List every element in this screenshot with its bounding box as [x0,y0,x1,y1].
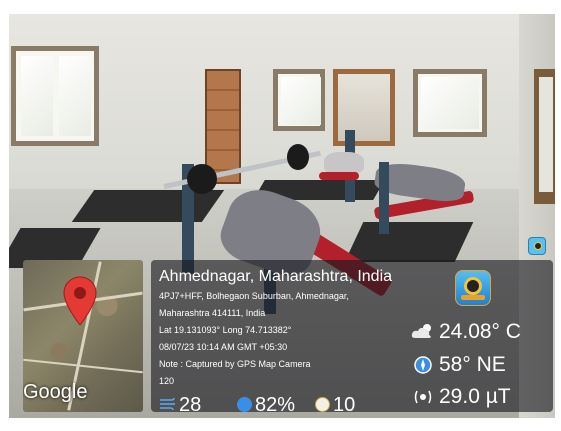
wind-icon [160,397,175,411]
compass-icon [414,356,432,374]
address-line-1: 4PJ7+HFF, Bolhegaon Suburban, Ahmednagar… [159,291,349,301]
google-logo-text: Google [23,381,88,403]
datetime-text: 08/07/23 10:14 AM GMT +05:30 [159,342,288,352]
pressure-value: 10 [333,394,356,416]
gps-map-camera-app-icon [455,270,491,306]
right-window [413,69,487,137]
left-window [11,46,99,146]
pressure-gauge-icon [315,397,330,412]
temperature-value: 24.08° C [439,320,521,343]
cloud-sun-icon [411,324,431,338]
gps-info-panel: Ahmednagar, Maharashtra, India 4PJ7+HFF,… [151,260,553,416]
coordinates-text: Lat 19.131093° Long 74.713382° [159,325,292,335]
gps-camera-badge-icon [528,237,546,255]
location-title: Ahmednagar, Maharashtra, India [159,268,393,285]
altitude-text: 120 [159,376,175,386]
humidity-icon [237,397,252,412]
weight-bench [319,172,359,180]
map-pin-icon [63,276,97,326]
note-text: Note : Captured by GPS Map Camera [159,359,311,369]
photo-frame: Google Ahmednagar, Maharashtra, India 4P… [0,0,561,431]
wind-speed-value: 28 [179,394,202,416]
floor-mat [344,222,474,262]
magnetic-field-icon [414,390,432,404]
floor-mat [71,190,225,222]
address-line-2: Maharashtra 414111, India [159,308,266,318]
weight-plate [187,164,217,194]
wind-direction-value: 58° NE [439,353,506,376]
person-background [324,152,364,174]
center-window [273,69,325,131]
map-thumbnail: Google [23,260,143,412]
gym-photo: Google Ahmednagar, Maharashtra, India 4P… [9,14,555,418]
bench-rack-upright [379,162,389,234]
wall-mirror [333,69,395,146]
weight-plate [287,144,309,170]
magnetic-field-value: 29.0 µT [439,385,511,408]
side-window [534,69,555,204]
humidity-value: 82% [255,394,296,416]
